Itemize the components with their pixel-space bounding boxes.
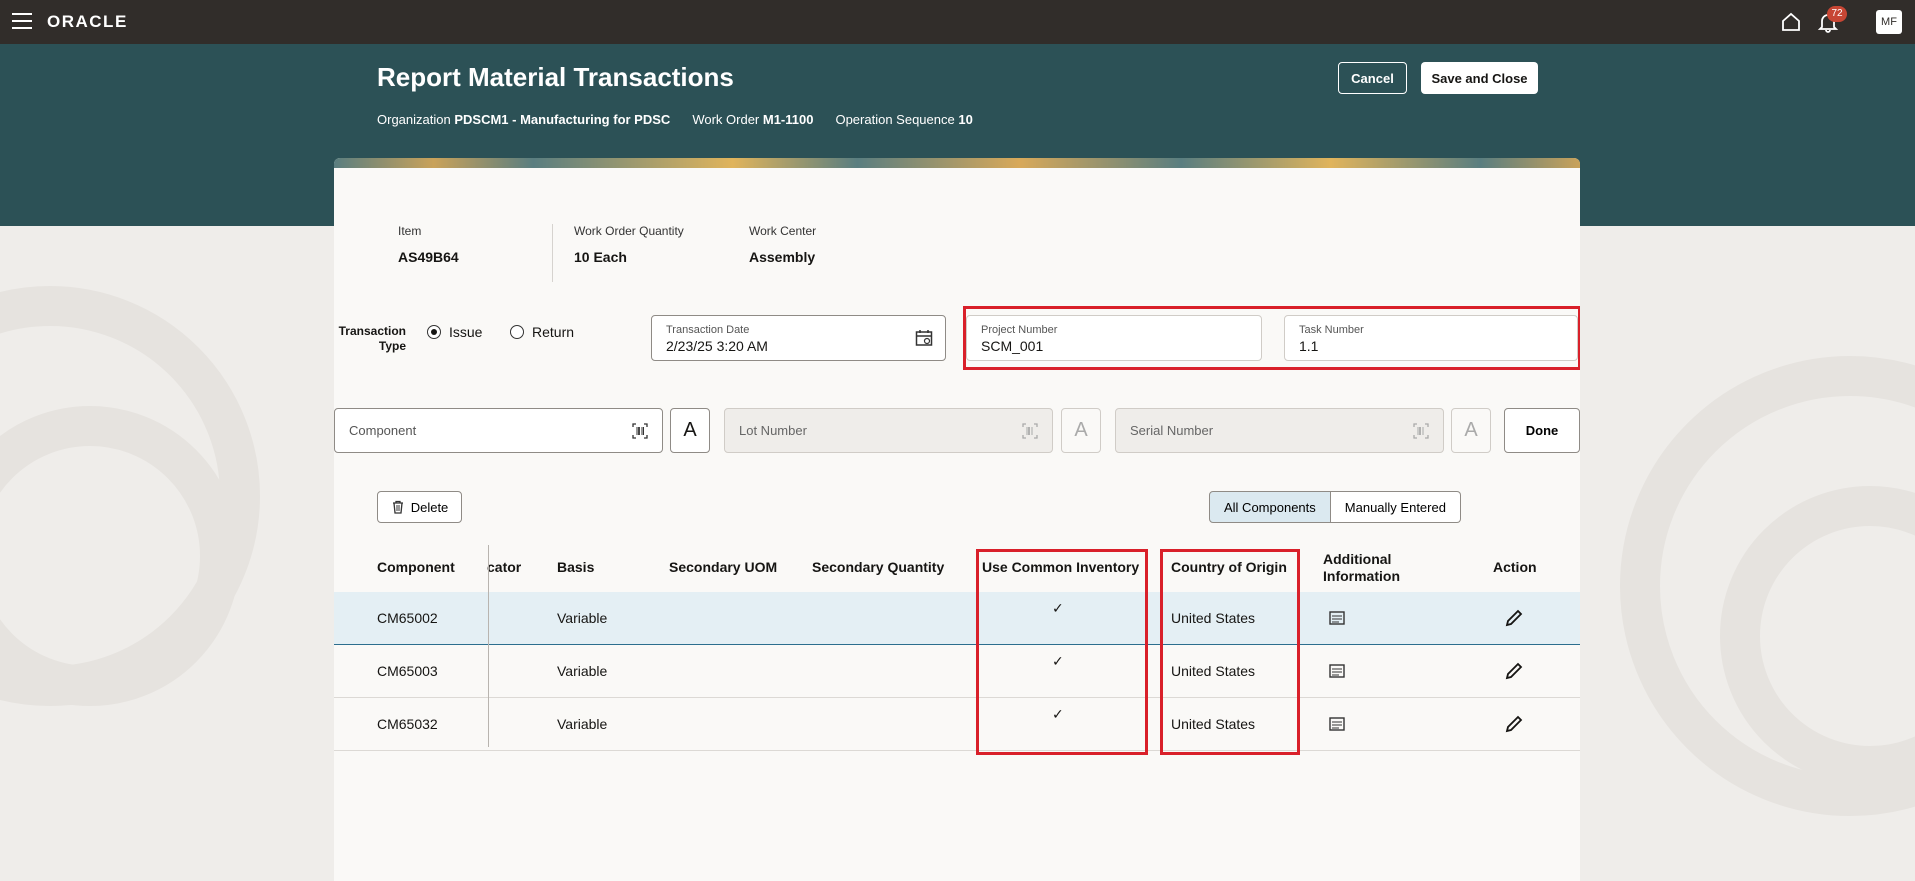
column-header-basis[interactable]: Basis xyxy=(557,559,594,576)
operation-sequence-value: 10 xyxy=(958,112,973,127)
serial-number-input: Serial Number xyxy=(1115,408,1444,453)
additional-info-icon[interactable] xyxy=(1327,714,1347,734)
organization-label: Organization xyxy=(377,112,451,127)
page-title: Report Material Transactions xyxy=(377,62,734,92)
table-row[interactable]: CM65002 Variable ✓ United States xyxy=(334,592,1580,645)
column-header-additional-information[interactable]: Additional Information xyxy=(1323,551,1423,585)
item-info: Item AS49B64 xyxy=(398,224,459,265)
component-text-input-mode-icon[interactable]: A xyxy=(670,408,710,453)
basis-cell: Variable xyxy=(557,663,608,679)
return-radio-dot[interactable] xyxy=(510,325,524,339)
work-order-quantity-value: 10 Each xyxy=(574,249,627,265)
oracle-logo: ORACLE xyxy=(47,12,128,31)
work-center-label: Work Center xyxy=(749,224,817,238)
item-label: Item xyxy=(398,224,422,238)
home-icon[interactable] xyxy=(1780,11,1802,33)
trash-icon xyxy=(392,500,403,514)
work-order-quantity-info: Work Order Quantity 10 Each xyxy=(574,224,684,265)
done-button[interactable]: Done xyxy=(1504,408,1580,453)
basis-cell: Variable xyxy=(557,610,608,626)
lot-number-input: Lot Number xyxy=(724,408,1053,453)
work-order-label: Work Order xyxy=(692,112,760,127)
component-search-input[interactable]: Component xyxy=(334,408,663,453)
lot-text-input-mode-icon: A xyxy=(1061,408,1101,453)
frozen-column-separator xyxy=(488,545,489,747)
table-row[interactable]: CM65003 Variable ✓ United States xyxy=(334,645,1580,698)
basis-cell: Variable xyxy=(557,716,608,732)
return-radio[interactable]: Return xyxy=(510,324,574,340)
manually-entered-filter[interactable]: Manually Entered xyxy=(1330,491,1461,523)
lot-number-placeholder: Lot Number xyxy=(739,423,807,438)
barcode-scan-icon xyxy=(1022,422,1038,439)
delete-label: Delete xyxy=(410,499,449,515)
annotation-highlight-project-task xyxy=(963,306,1580,370)
serial-text-input-mode-icon: A xyxy=(1451,408,1491,453)
transaction-date-field[interactable]: Transaction Date 2/23/25 3:20 AM xyxy=(651,315,946,361)
work-center-info: Work Center Assembly xyxy=(749,224,816,265)
column-header-action: Action xyxy=(1493,559,1537,575)
column-header-component[interactable]: Component xyxy=(377,559,455,576)
global-header: ORACLE 72 MF xyxy=(0,0,1915,44)
additional-info-icon[interactable] xyxy=(1327,661,1347,681)
all-components-filter[interactable]: All Components xyxy=(1209,491,1331,523)
issue-radio-label: Issue xyxy=(449,324,483,340)
barcode-scan-icon[interactable] xyxy=(632,422,648,439)
transaction-date-value: 2/23/25 3:20 AM xyxy=(666,338,768,354)
work-order-value: M1-1100 xyxy=(762,112,814,127)
context-info: Organization PDSCM1 - Manufacturing for … xyxy=(377,112,973,127)
column-header-indicator[interactable]: cator xyxy=(487,559,521,576)
organization-value: PDSCM1 - Manufacturing for PDSC xyxy=(454,112,671,127)
component-filter-toggle: All Components Manually Entered xyxy=(1209,491,1461,523)
component-placeholder: Component xyxy=(349,423,417,438)
issue-radio[interactable]: Issue xyxy=(427,324,482,340)
annotation-highlight-common-inventory xyxy=(976,549,1148,755)
annotation-highlight-country-of-origin xyxy=(1160,549,1300,755)
work-order-quantity-label: Work Order Quantity xyxy=(574,224,684,238)
component-cell: CM65003 xyxy=(377,663,438,679)
calendar-icon[interactable] xyxy=(915,329,933,347)
edit-pencil-icon[interactable] xyxy=(1504,608,1524,628)
notification-count-badge: 72 xyxy=(1827,6,1847,22)
item-value: AS49B64 xyxy=(398,249,459,265)
serial-number-placeholder: Serial Number xyxy=(1130,423,1214,438)
info-divider xyxy=(552,224,553,282)
save-and-close-button[interactable]: Save and Close xyxy=(1421,62,1538,94)
cancel-button[interactable]: Cancel xyxy=(1338,62,1407,94)
component-cell: CM65032 xyxy=(377,716,438,732)
column-header-secondary-quantity[interactable]: Secondary Quantity xyxy=(812,559,944,576)
work-center-value: Assembly xyxy=(749,249,816,265)
additional-info-icon[interactable] xyxy=(1327,608,1347,628)
operation-sequence-label: Operation Sequence xyxy=(835,112,955,127)
menu-icon[interactable] xyxy=(12,13,32,29)
user-avatar[interactable]: MF xyxy=(1876,10,1902,34)
edit-pencil-icon[interactable] xyxy=(1504,714,1524,734)
component-cell: CM65002 xyxy=(377,610,438,626)
transaction-type-label: Transaction Type xyxy=(338,324,406,353)
table-row[interactable]: CM65032 Variable ✓ United States xyxy=(334,698,1580,751)
decorative-banner xyxy=(334,158,1580,168)
return-radio-label: Return xyxy=(532,324,575,340)
transaction-date-label: Transaction Date xyxy=(666,324,750,336)
issue-radio-dot[interactable] xyxy=(427,325,441,339)
barcode-scan-icon xyxy=(1413,422,1429,439)
main-card: Item AS49B64 Work Order Quantity 10 Each… xyxy=(334,158,1580,881)
delete-button[interactable]: Delete xyxy=(377,491,462,523)
column-header-secondary-uom[interactable]: Secondary UOM xyxy=(669,559,777,576)
edit-pencil-icon[interactable] xyxy=(1504,661,1524,681)
